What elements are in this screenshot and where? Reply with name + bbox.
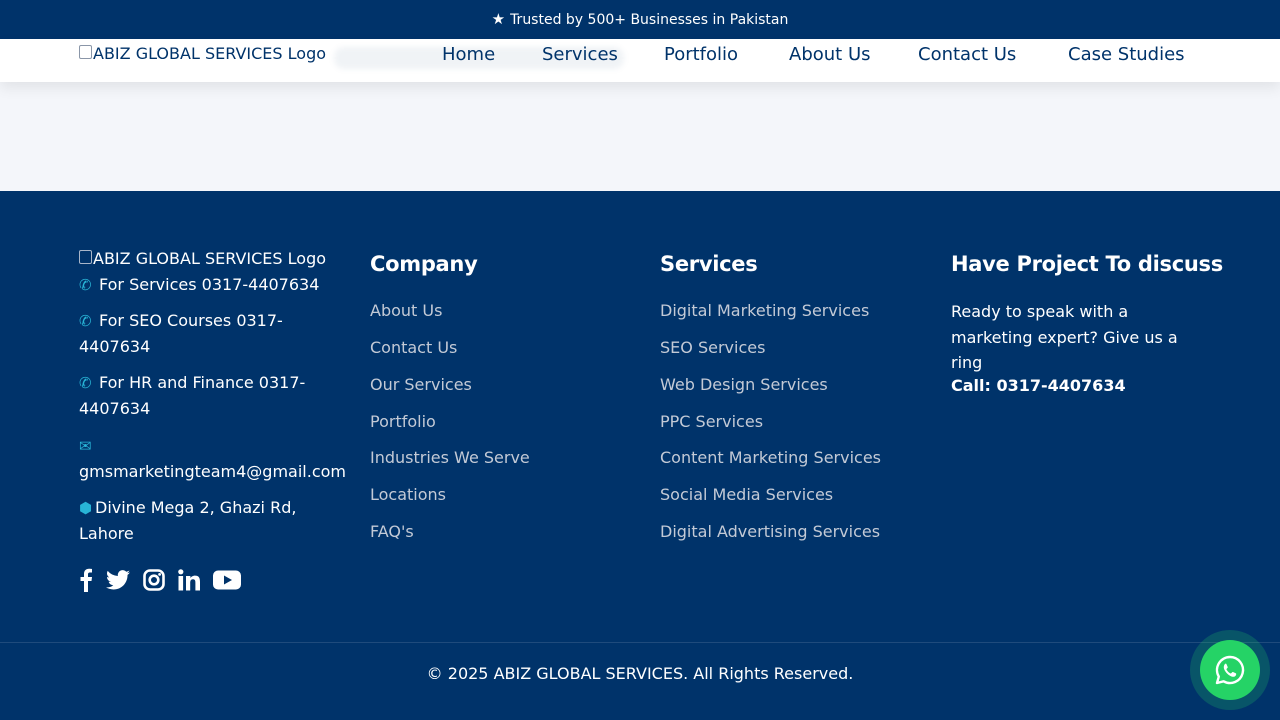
contact-email[interactable]: ✉ gmsmarketingteam4@gmail.com (79, 433, 354, 485)
footer-divider (0, 642, 1280, 643)
nav-link-case-studies[interactable]: Case Studies (1068, 44, 1185, 65)
youtube-icon[interactable] (213, 570, 241, 594)
contact-hr-phone[interactable]: ✆ For HR and Finance 0317- 4407634 (79, 370, 354, 422)
company-link-locations[interactable]: Locations (370, 485, 446, 504)
site-logo-alt-text: ABIZ GLOBAL SERVICES Logo (93, 44, 327, 63)
contact-services-phone[interactable]: ✆ For Services 0317-4407634 (79, 272, 354, 298)
service-link-content-marketing[interactable]: Content Marketing Services (660, 448, 881, 467)
contact-seo-phone[interactable]: ✆ For SEO Courses 0317- 4407634 (79, 308, 354, 360)
discuss-text: Ready to speak with a marketing expert? … (951, 302, 1178, 372)
envelope-icon: ✉ (79, 437, 92, 455)
service-link-social-media[interactable]: Social Media Services (660, 485, 833, 504)
nav-link-portfolio[interactable]: Portfolio (664, 44, 738, 65)
whatsapp-icon (1215, 655, 1245, 685)
instagram-icon[interactable] (143, 569, 165, 595)
phone-icon: ✆ (79, 374, 92, 392)
company-heading: Company (370, 252, 478, 276)
service-link-web-design[interactable]: Web Design Services (660, 375, 828, 394)
service-link-digital-advertising[interactable]: Digital Advertising Services (660, 522, 880, 541)
copyright-text: © 2025 ABIZ GLOBAL SERVICES. All Rights … (426, 664, 854, 683)
company-link-industries[interactable]: Industries We Serve (370, 448, 530, 467)
nav-link-contact-us[interactable]: Contact Us (918, 44, 1016, 65)
company-link-our-services[interactable]: Our Services (370, 375, 472, 394)
whatsapp-chat-button[interactable] (1200, 640, 1260, 700)
facebook-icon[interactable] (79, 568, 93, 596)
footer-logo-alt-text: ABIZ GLOBAL SERVICES Logo (93, 249, 327, 268)
social-links (79, 568, 241, 596)
nav-link-about-us[interactable]: About Us (789, 44, 871, 65)
map-marker-icon: ⬢ (79, 499, 93, 517)
company-link-faqs[interactable]: FAQ's (370, 522, 414, 541)
company-link-portfolio[interactable]: Portfolio (370, 412, 436, 431)
phone-icon: ✆ (79, 312, 92, 330)
services-heading: Services (660, 252, 758, 276)
discuss-heading: Have Project To discuss (951, 252, 1223, 276)
nav-link-home[interactable]: Home (442, 44, 495, 65)
linkedin-icon[interactable] (178, 569, 200, 595)
nav-link-services[interactable]: Services (542, 44, 618, 65)
site-logo[interactable]: ABIZ GLOBAL SERVICES Logo (79, 44, 326, 63)
site-footer: ABIZ GLOBAL SERVICES Logo ✆ For Services … (0, 191, 1280, 720)
twitter-icon[interactable] (106, 570, 130, 594)
navbar: ABIZ GLOBAL SERVICES Logo Home Services … (0, 39, 1280, 82)
service-link-ppc[interactable]: PPC Services (660, 412, 763, 431)
top-announcement-bar: ★ Trusted by 500+ Businesses in Pakistan (0, 0, 1280, 39)
footer-logo[interactable]: ABIZ GLOBAL SERVICES Logo (79, 249, 326, 268)
announcement-text: Trusted by 500+ Businesses in Pakistan (510, 11, 789, 28)
contact-address: ⬢ Divine Mega 2, Ghazi Rd, Lahore (79, 495, 354, 547)
service-link-seo[interactable]: SEO Services (660, 338, 765, 357)
star-icon: ★ (491, 10, 506, 28)
broken-image-icon (79, 44, 92, 59)
company-link-about-us[interactable]: About Us (370, 301, 442, 320)
phone-icon: ✆ (79, 276, 92, 294)
call-link[interactable]: Call: 0317-4407634 (951, 376, 1126, 395)
company-link-contact-us[interactable]: Contact Us (370, 338, 457, 357)
broken-image-icon (79, 249, 92, 264)
service-link-digital-marketing[interactable]: Digital Marketing Services (660, 301, 869, 320)
